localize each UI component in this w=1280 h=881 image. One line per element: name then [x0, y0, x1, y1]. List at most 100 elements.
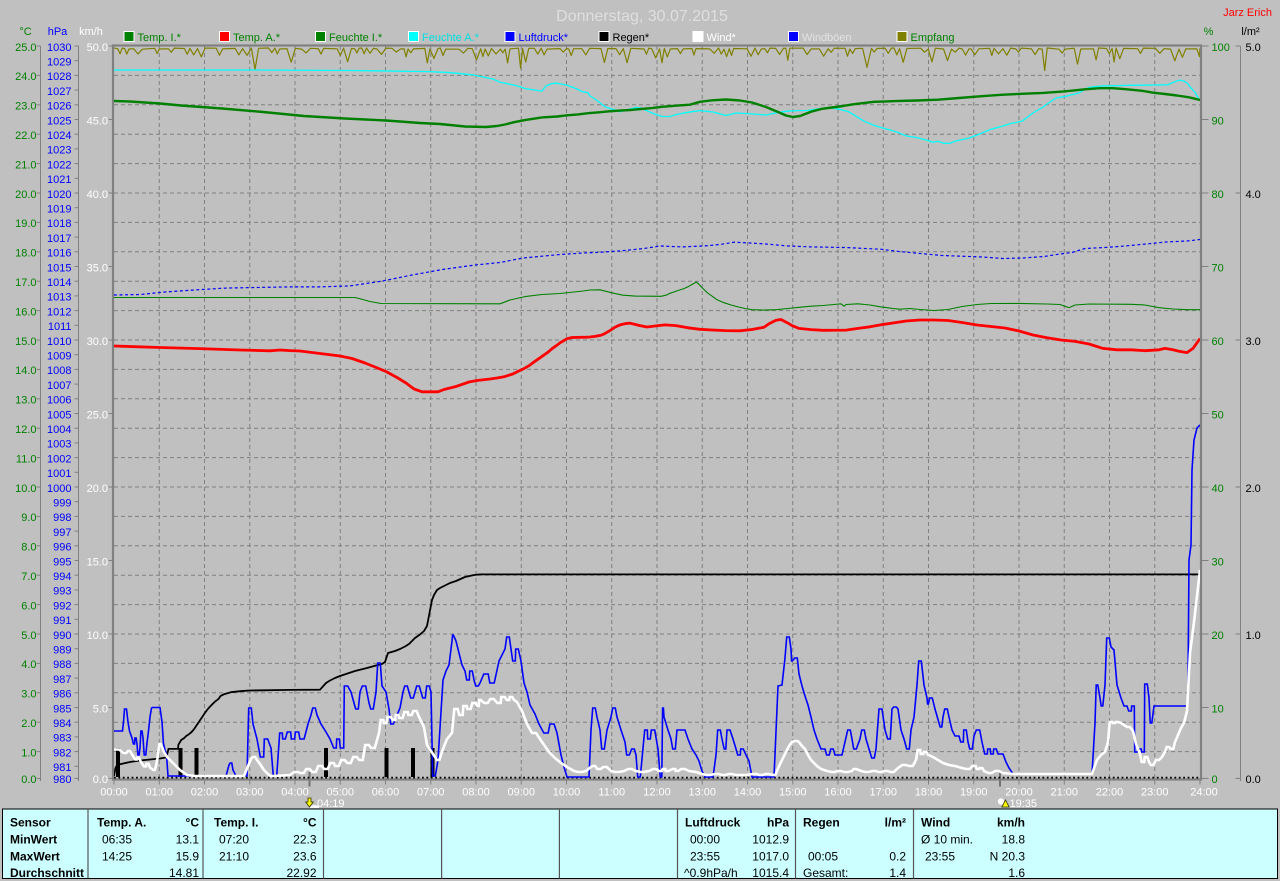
svg-text:1001: 1001 [47, 468, 71, 480]
svg-text:MaxWert: MaxWert [10, 850, 60, 864]
svg-text:2.0: 2.0 [21, 718, 36, 730]
svg-text:24.0: 24.0 [15, 71, 36, 83]
svg-text:13.1: 13.1 [176, 833, 200, 847]
svg-text:990: 990 [53, 630, 71, 642]
svg-text:984: 984 [53, 718, 71, 730]
svg-text:80: 80 [1212, 189, 1224, 201]
svg-text:Temp. A.*: Temp. A.* [233, 32, 281, 44]
svg-text:1.0: 1.0 [1246, 630, 1261, 642]
svg-text:1004: 1004 [47, 424, 71, 436]
svg-text:22.0: 22.0 [15, 130, 36, 142]
svg-text:1009: 1009 [47, 351, 71, 363]
svg-text:40: 40 [1212, 483, 1224, 495]
svg-text:8.0: 8.0 [21, 542, 36, 554]
svg-text:50: 50 [1212, 409, 1224, 421]
svg-text:1022: 1022 [47, 159, 71, 171]
svg-text:19:35: 19:35 [1010, 798, 1038, 810]
svg-text:11.0: 11.0 [16, 453, 37, 465]
svg-text:Empfang: Empfang [911, 32, 955, 44]
svg-text:1015.4: 1015.4 [752, 866, 789, 880]
svg-text:1027: 1027 [47, 86, 71, 98]
svg-text:0.2: 0.2 [889, 850, 906, 864]
svg-text:1017.0: 1017.0 [752, 850, 789, 864]
svg-text:20:00: 20:00 [1005, 787, 1033, 799]
svg-text:1019: 1019 [47, 204, 71, 216]
svg-text:982: 982 [53, 747, 71, 759]
svg-text:00:00: 00:00 [690, 833, 720, 847]
svg-text:35.0: 35.0 [87, 262, 108, 274]
svg-text:22.92: 22.92 [286, 866, 316, 880]
svg-text:07:20: 07:20 [219, 833, 249, 847]
svg-text:1015: 1015 [47, 262, 71, 274]
svg-text:°C: °C [186, 816, 200, 830]
svg-text:90: 90 [1212, 115, 1224, 127]
svg-text:1024: 1024 [47, 130, 71, 142]
svg-text:15.9: 15.9 [176, 850, 200, 864]
svg-text:1016: 1016 [47, 248, 71, 260]
svg-text:0: 0 [1212, 774, 1218, 786]
svg-text:989: 989 [53, 645, 71, 657]
svg-text:15.0: 15.0 [15, 336, 36, 348]
svg-text:hPa: hPa [48, 26, 68, 38]
svg-text:1021: 1021 [47, 174, 71, 186]
svg-text:991: 991 [53, 615, 71, 627]
svg-text:Regen*: Regen* [613, 32, 650, 44]
svg-text:l/m²: l/m² [1241, 26, 1260, 38]
svg-text:09:00: 09:00 [507, 787, 535, 799]
svg-text:16:00: 16:00 [824, 787, 852, 799]
svg-text:Luftdruck: Luftdruck [685, 816, 741, 830]
svg-text:07:00: 07:00 [417, 787, 445, 799]
svg-text:999: 999 [53, 498, 71, 510]
svg-text:^0.9hPa/h: ^0.9hPa/h [684, 866, 738, 880]
svg-text:%: % [1204, 26, 1214, 38]
svg-text:21:10: 21:10 [219, 850, 249, 864]
svg-text:5.0: 5.0 [21, 630, 36, 642]
svg-text:03:00: 03:00 [236, 787, 264, 799]
svg-text:16.0: 16.0 [15, 306, 36, 318]
svg-text:0.0: 0.0 [21, 774, 36, 786]
svg-text:20.0: 20.0 [87, 483, 108, 495]
svg-text:1.4: 1.4 [889, 866, 906, 880]
svg-text:50.0: 50.0 [87, 42, 108, 54]
svg-text:Regen: Regen [803, 816, 840, 830]
svg-text:Gesamt:: Gesamt: [803, 866, 848, 880]
svg-text:1029: 1029 [47, 57, 71, 69]
svg-text:23:00: 23:00 [1141, 787, 1169, 799]
svg-text:06:00: 06:00 [372, 787, 400, 799]
svg-text:1020: 1020 [47, 189, 71, 201]
svg-text:995: 995 [53, 556, 71, 568]
svg-text:1011: 1011 [48, 321, 72, 333]
svg-text:1002: 1002 [47, 453, 71, 465]
svg-text:01:00: 01:00 [145, 787, 173, 799]
svg-text:1005: 1005 [47, 409, 71, 421]
svg-text:06:35: 06:35 [102, 833, 132, 847]
svg-text:980: 980 [53, 774, 71, 786]
svg-text:Durchschnitt: Durchschnitt [10, 866, 84, 880]
svg-text:°C: °C [303, 816, 317, 830]
svg-text:1008: 1008 [47, 365, 71, 377]
svg-text:10:00: 10:00 [553, 787, 581, 799]
svg-text:10.0: 10.0 [15, 483, 36, 495]
svg-text:1006: 1006 [47, 395, 71, 407]
svg-text:hPa: hPa [767, 816, 789, 830]
svg-text:14:25: 14:25 [102, 850, 132, 864]
svg-text:10: 10 [1212, 703, 1224, 715]
svg-text:10.0: 10.0 [87, 630, 108, 642]
svg-text:Windböen: Windböen [802, 32, 852, 44]
svg-text:Temp. I.*: Temp. I.* [138, 32, 182, 44]
svg-text:998: 998 [53, 512, 71, 524]
svg-text:25.0: 25.0 [87, 409, 108, 421]
svg-text:21:00: 21:00 [1050, 787, 1078, 799]
svg-text:1030: 1030 [47, 42, 71, 54]
svg-text:Feuchte A.*: Feuchte A.* [422, 32, 480, 44]
svg-text:4.0: 4.0 [1246, 189, 1261, 201]
svg-text:988: 988 [53, 659, 71, 671]
svg-text:983: 983 [53, 733, 71, 745]
svg-text:994: 994 [53, 571, 71, 583]
svg-text:1012: 1012 [47, 306, 71, 318]
svg-text:985: 985 [53, 703, 71, 715]
svg-text:70: 70 [1212, 262, 1224, 274]
svg-text:60: 60 [1212, 336, 1224, 348]
svg-text:100: 100 [1212, 42, 1230, 54]
svg-text:04:00: 04:00 [281, 787, 309, 799]
